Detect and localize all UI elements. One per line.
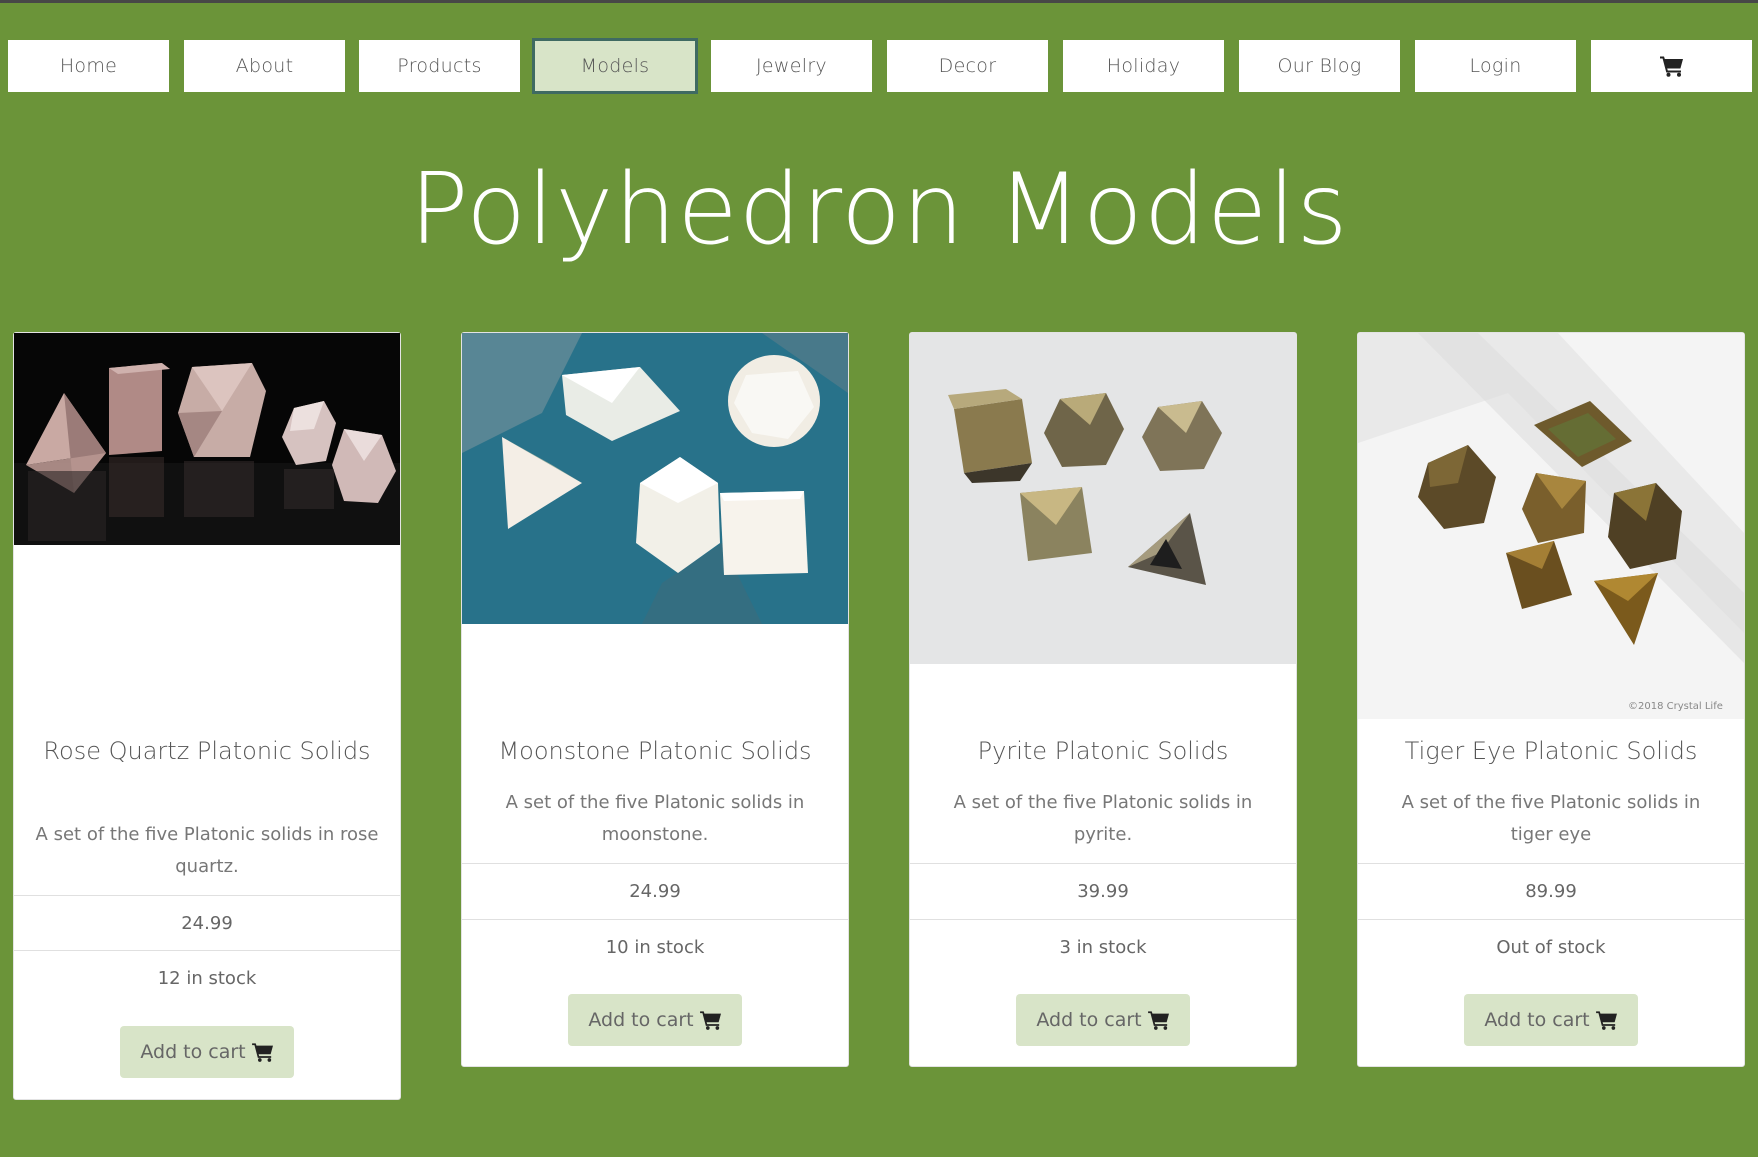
product-image[interactable]: ©2018 Crystal Life [1358, 333, 1744, 719]
product-card-tiger-eye: ©2018 Crystal Life Tiger Eye Platonic So… [1357, 332, 1745, 1067]
product-card-rose-quartz: Rose Quartz Platonic Solids A set of the… [13, 332, 401, 1100]
product-name[interactable]: Pyrite Platonic Solids [930, 735, 1276, 767]
nav-label: Jewelry [756, 55, 827, 77]
product-description: A set of the five Platonic solids in ros… [35, 824, 379, 877]
add-to-cart-button[interactable]: Add to cart [568, 994, 742, 1046]
nav-products[interactable]: Products [359, 40, 520, 92]
nav-label: Decor [938, 55, 997, 77]
product-price: 24.99 [462, 863, 848, 919]
nav-decor[interactable]: Decor [887, 40, 1048, 92]
add-to-cart-label: Add to cart [140, 1041, 246, 1063]
nav-holiday[interactable]: Holiday [1063, 40, 1224, 92]
nav-label: Products [397, 55, 482, 77]
product-name[interactable]: Moonstone Platonic Solids [482, 735, 828, 767]
product-stock: Out of stock [1358, 919, 1744, 975]
add-to-cart-button[interactable]: Add to cart [120, 1026, 294, 1078]
product-price: 24.99 [14, 895, 400, 951]
nav-label: Login [1469, 55, 1522, 77]
product-image[interactable] [462, 333, 848, 624]
product-price: 89.99 [1358, 863, 1744, 919]
nav-label: About [235, 55, 294, 77]
product-card-moonstone: Moonstone Platonic Solids A set of the f… [461, 332, 849, 1067]
product-description: A set of the five Platonic solids in moo… [505, 792, 805, 845]
nav-models[interactable]: Models [532, 38, 698, 94]
product-stock: 3 in stock [910, 919, 1296, 975]
top-border [0, 0, 1758, 3]
product-name[interactable]: Rose Quartz Platonic Solids [34, 735, 380, 767]
nav-label: Holiday [1106, 55, 1181, 77]
nav-jewelry[interactable]: Jewelry [711, 40, 872, 92]
nav-our-blog[interactable]: Our Blog [1239, 40, 1400, 92]
product-stock: 10 in stock [462, 919, 848, 975]
nav-home[interactable]: Home [8, 40, 169, 92]
product-stock: 12 in stock [14, 950, 400, 1006]
add-to-cart-label: Add to cart [588, 1009, 694, 1031]
page-title: Polyhedron Models [409, 153, 1349, 267]
cart-icon [1659, 56, 1683, 77]
product-name[interactable]: Tiger Eye Platonic Solids [1378, 735, 1724, 767]
nav-cart[interactable] [1591, 40, 1752, 92]
nav-about[interactable]: About [184, 40, 345, 92]
add-to-cart-button[interactable]: Add to cart [1016, 994, 1190, 1046]
product-description: A set of the five Platonic solids in tig… [1401, 792, 1701, 845]
main-nav: Home About Products Models Jewelry Decor… [0, 38, 1758, 94]
product-price: 39.99 [910, 863, 1296, 919]
add-to-cart-label: Add to cart [1484, 1009, 1590, 1031]
nav-label: Models [580, 55, 650, 77]
nav-login[interactable]: Login [1415, 40, 1576, 92]
nav-label: Our Blog [1277, 55, 1362, 77]
nav-label: Home [59, 55, 118, 77]
cart-icon [699, 1011, 721, 1030]
product-card-pyrite: Pyrite Platonic Solids A set of the five… [909, 332, 1297, 1067]
product-description: A set of the five Platonic solids in pyr… [953, 792, 1253, 845]
add-to-cart-label: Add to cart [1036, 1009, 1142, 1031]
cart-icon [251, 1043, 273, 1062]
cart-icon [1595, 1011, 1617, 1030]
cart-icon [1147, 1011, 1169, 1030]
product-image[interactable] [14, 333, 400, 545]
add-to-cart-button[interactable]: Add to cart [1464, 994, 1638, 1046]
product-image[interactable] [910, 333, 1296, 664]
image-watermark: ©2018 Crystal Life [1628, 701, 1723, 712]
